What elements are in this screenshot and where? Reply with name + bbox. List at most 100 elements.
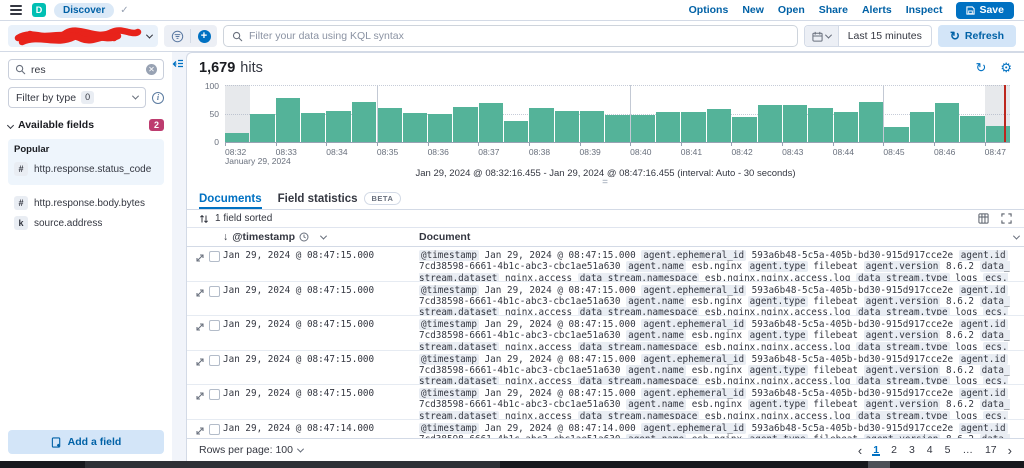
histogram-bar[interactable] <box>351 85 377 142</box>
histogram-bar[interactable] <box>909 85 935 142</box>
row-checkbox[interactable] <box>209 354 220 366</box>
histogram-bar[interactable] <box>554 85 580 142</box>
column-actions-icon[interactable] <box>319 232 328 240</box>
document-cell[interactable]: @timestamp Jan 29, 2024 @ 08:47:15.000 a… <box>419 388 1014 419</box>
document-cell[interactable]: @timestamp Jan 29, 2024 @ 08:47:15.000 a… <box>419 319 1014 350</box>
histogram-bar[interactable] <box>960 85 985 142</box>
add-filter-button[interactable]: + <box>191 25 217 47</box>
histogram-bar[interactable] <box>301 85 326 142</box>
next-page-icon[interactable]: › <box>1008 443 1012 458</box>
calendar-menu-button[interactable] <box>804 26 839 46</box>
collapse-sidebar-icon[interactable] <box>172 58 184 70</box>
histogram-bar[interactable] <box>377 85 402 142</box>
expand-row-icon[interactable] <box>195 388 205 406</box>
sorted-label[interactable]: 1 field sorted <box>215 213 272 224</box>
histogram-bar[interactable] <box>402 85 427 142</box>
column-actions-icon[interactable] <box>1012 232 1021 240</box>
document-cell[interactable]: @timestamp Jan 29, 2024 @ 08:47:15.000 a… <box>419 284 1014 315</box>
expand-row-icon[interactable] <box>195 423 205 439</box>
histogram-bar[interactable] <box>935 85 960 142</box>
expand-row-icon[interactable] <box>195 354 205 372</box>
nav-inspect[interactable]: Inspect <box>906 4 943 16</box>
histogram-bar[interactable] <box>453 85 478 142</box>
histogram-bar[interactable] <box>225 85 250 142</box>
page-number[interactable]: 5 <box>944 444 952 456</box>
row-checkbox[interactable] <box>209 423 220 435</box>
nav-new[interactable]: New <box>742 4 764 16</box>
kql-search-input[interactable] <box>249 30 789 42</box>
expand-row-icon[interactable] <box>195 319 205 337</box>
kql-search-bar[interactable] <box>223 25 798 47</box>
field-list-item[interactable]: # http.response.status_code <box>14 159 158 179</box>
document-cell[interactable]: @timestamp Jan 29, 2024 @ 08:47:15.000 a… <box>419 250 1014 281</box>
row-checkbox[interactable] <box>209 251 220 262</box>
time-range-value[interactable]: Last 15 minutes <box>839 30 931 42</box>
tab-documents[interactable]: Documents <box>199 188 262 209</box>
histogram-bar[interactable] <box>782 85 808 142</box>
nav-share[interactable]: Share <box>819 4 848 16</box>
nav-alerts[interactable]: Alerts <box>862 4 892 16</box>
histogram-bar[interactable] <box>326 85 351 142</box>
rows-per-page-button[interactable]: Rows per page: 100 <box>199 444 305 456</box>
reset-chart-icon[interactable]: ↻ <box>975 60 986 76</box>
row-checkbox[interactable] <box>209 320 220 331</box>
save-button[interactable]: Save <box>956 1 1014 19</box>
expand-row-icon[interactable] <box>195 285 205 303</box>
document-column-header[interactable]: Document <box>419 231 1006 243</box>
field-search-box[interactable]: ✕ <box>8 59 164 80</box>
nav-options[interactable]: Options <box>689 4 729 16</box>
row-checkbox[interactable] <box>209 389 220 400</box>
display-options-icon[interactable] <box>978 213 989 224</box>
histogram-bar[interactable] <box>884 85 909 142</box>
menu-icon[interactable] <box>10 5 22 15</box>
histogram-bar[interactable] <box>427 85 453 142</box>
filter-by-type-select[interactable]: Filter by type 0 <box>8 87 146 108</box>
histogram-bar[interactable] <box>732 85 757 142</box>
field-list-item[interactable]: k source.address <box>14 213 158 233</box>
page-number[interactable]: 3 <box>908 444 916 456</box>
document-cell[interactable]: @timestamp Jan 29, 2024 @ 08:47:14.000 a… <box>419 422 1014 438</box>
nav-open[interactable]: Open <box>778 4 805 16</box>
histogram-bar[interactable] <box>833 85 858 142</box>
refresh-button[interactable]: ↻ Refresh <box>937 25 1016 47</box>
histogram-bar[interactable] <box>808 85 833 142</box>
histogram-bar[interactable] <box>656 85 681 142</box>
histogram-bar[interactable] <box>681 85 706 142</box>
histogram-bar[interactable] <box>529 85 554 142</box>
histogram-bar[interactable] <box>706 85 732 142</box>
clear-search-icon[interactable]: ✕ <box>146 64 157 75</box>
page-number[interactable]: 4 <box>926 444 934 456</box>
data-view-picker[interactable] <box>8 25 158 47</box>
expand-row-icon[interactable] <box>195 250 205 268</box>
resize-handle[interactable]: = <box>187 178 1024 188</box>
sort-fields-icon[interactable] <box>199 214 209 224</box>
breadcrumb[interactable]: Discover <box>54 2 115 18</box>
histogram-bar[interactable] <box>757 85 782 142</box>
histogram-bar[interactable] <box>985 85 1011 142</box>
page-number[interactable]: 1 <box>872 444 880 456</box>
saved-query-icon[interactable] <box>164 25 190 47</box>
previous-page-icon[interactable]: ‹ <box>858 443 862 458</box>
timestamp-column-header[interactable]: ↓ @timestamp <box>223 231 419 243</box>
page-number[interactable]: 17 <box>984 444 998 456</box>
histogram-bar[interactable] <box>250 85 275 142</box>
discover-app-icon[interactable]: D <box>32 3 46 17</box>
histogram-bar[interactable] <box>858 85 884 142</box>
histogram-bar[interactable] <box>478 85 503 142</box>
histogram-bar[interactable] <box>503 85 529 142</box>
info-icon[interactable]: i <box>152 91 164 104</box>
field-search-input[interactable] <box>31 63 121 76</box>
tab-field-statistics[interactable]: Field statistics BETA <box>278 188 402 209</box>
histogram-bar[interactable] <box>605 85 630 142</box>
fullscreen-icon[interactable] <box>1001 213 1012 224</box>
histogram-bar[interactable] <box>580 85 605 142</box>
add-field-button[interactable]: Add a field <box>8 430 164 454</box>
field-list-item[interactable]: # http.response.body.bytes <box>14 193 158 213</box>
row-checkbox[interactable] <box>209 285 220 297</box>
available-fields-header[interactable]: Available fields 2 <box>6 119 164 131</box>
histogram-bar[interactable] <box>630 85 656 142</box>
page-number[interactable]: 2 <box>890 444 898 456</box>
histogram-bar[interactable] <box>275 85 301 142</box>
document-cell[interactable]: @timestamp Jan 29, 2024 @ 08:47:15.000 a… <box>419 353 1014 384</box>
gear-icon[interactable]: ⚙ <box>1000 60 1012 76</box>
